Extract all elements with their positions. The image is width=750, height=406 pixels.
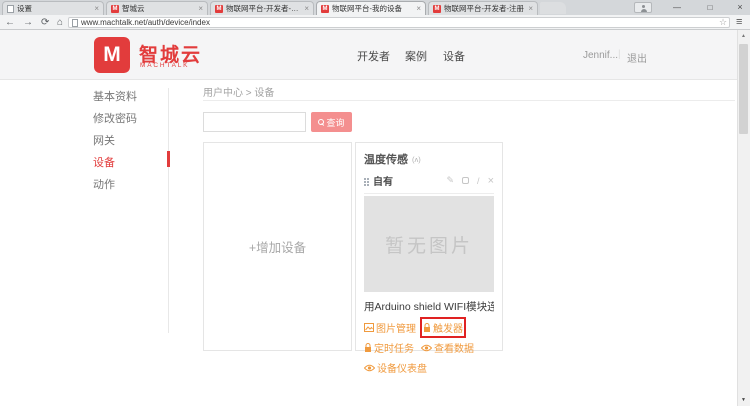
add-device-label: +增加设备 [249, 237, 306, 256]
device-image-placeholder: 暂无图片 [364, 196, 494, 292]
url-text: www.machtalk.net/auth/device/index [81, 18, 210, 27]
close-icon[interactable]: × [94, 5, 99, 13]
pencil-icon[interactable]: ✎ [447, 175, 455, 186]
window-close-button[interactable]: × [731, 0, 749, 14]
window-maximize-button[interactable]: □ [699, 0, 721, 14]
tab-developer-register-1[interactable]: M 物联网平台-开发者-注册 × [210, 1, 314, 15]
scroll-up-icon[interactable]: ▲ [737, 30, 750, 42]
device-links: 图片管理 触发器 定时任务 查看数据 设备仪表盘 [364, 320, 494, 375]
search-button-label: 查询 [326, 116, 344, 129]
device-card: 温度传感 (ʌ) 自有 ✎ / × 暂无图片 用Arduino shield W… [355, 142, 503, 351]
sidebar-item-devices[interactable]: 设备 [93, 154, 115, 170]
device-description: 用Arduino shield WIFI模块连接物... [364, 299, 494, 314]
ownership-label: 自有 [373, 173, 439, 188]
machtalk-logo-icon[interactable]: M [94, 37, 130, 73]
slash-icon[interactable]: / [477, 176, 480, 186]
tab-title: 物联网平台-开发者-注册 [444, 3, 525, 14]
breadcrumb: 用户中心 > 设备 [203, 84, 274, 99]
divider [203, 100, 735, 101]
brand-subtitle: MACHTALK [140, 62, 189, 69]
square-icon[interactable] [462, 177, 469, 184]
bookmark-star-icon[interactable]: ☆ [719, 17, 727, 28]
image-icon [364, 323, 374, 332]
add-device-card[interactable]: +增加设备 [203, 142, 352, 351]
page-icon [7, 5, 14, 13]
active-item-marker [167, 151, 170, 167]
tab-title: 物联网平台-我的设备 [332, 3, 413, 14]
lock-icon [364, 343, 372, 353]
divider: | [618, 49, 621, 60]
profile-button[interactable] [634, 2, 652, 13]
username-text[interactable]: Jennif... [583, 50, 618, 61]
link-image-management[interactable]: 图片管理 [364, 320, 416, 335]
link-device-dashboard[interactable]: 设备仪表盘 [364, 360, 427, 375]
lock-icon [423, 323, 431, 333]
close-icon[interactable]: × [198, 5, 203, 13]
sidebar-divider [168, 88, 169, 333]
link-view-data[interactable]: 查看数据 [421, 340, 474, 355]
device-title: 温度传感 [364, 151, 408, 167]
search-input[interactable] [203, 112, 306, 132]
tab-machtalk-home[interactable]: M 智城云 × [106, 1, 208, 15]
forward-icon[interactable]: → [23, 16, 33, 29]
tab-title: 设置 [17, 3, 91, 14]
scroll-down-icon[interactable]: ▼ [737, 394, 750, 406]
tab-my-devices-active[interactable]: M 物联网平台-我的设备 × [316, 1, 426, 15]
new-tab-button[interactable] [540, 2, 566, 14]
back-icon[interactable]: ← [5, 16, 15, 29]
scrollbar-thumb[interactable] [739, 44, 748, 134]
nav-item-devices[interactable]: 设备 [443, 48, 465, 64]
close-icon[interactable]: × [416, 5, 421, 13]
delete-icon[interactable]: × [488, 175, 494, 187]
machtalk-favicon-icon: M [433, 5, 441, 13]
logout-link[interactable]: 退出 [627, 50, 647, 65]
person-icon [641, 7, 646, 12]
machtalk-favicon-icon: M [111, 5, 119, 13]
link-scheduled-tasks[interactable]: 定时任务 [364, 340, 414, 355]
no-image-label: 暂无图片 [385, 231, 473, 258]
eye-icon [364, 364, 375, 372]
grid-icon [364, 181, 366, 183]
document-icon [72, 19, 78, 27]
sidebar-item-gateway[interactable]: 网关 [93, 132, 115, 148]
nav-item-developer[interactable]: 开发者 [357, 48, 390, 64]
window-minimize-button[interactable]: — [666, 0, 688, 14]
tab-title: 物联网平台-开发者-注册 [226, 3, 301, 14]
tab-title: 智城云 [122, 3, 195, 14]
address-bar[interactable]: www.machtalk.net/auth/device/index [68, 17, 730, 28]
divider [364, 193, 494, 194]
nav-item-cases[interactable]: 案例 [405, 48, 427, 64]
tab-settings[interactable]: 设置 × [2, 1, 104, 15]
reload-icon[interactable]: ⟳ [41, 16, 49, 29]
home-icon[interactable]: ⌂ [57, 16, 63, 29]
sidebar-item-change-password[interactable]: 修改密码 [93, 110, 137, 126]
sidebar-item-actions[interactable]: 动作 [93, 176, 115, 192]
close-icon[interactable]: × [304, 5, 309, 13]
eye-icon [421, 344, 432, 352]
machtalk-favicon-icon: M [321, 5, 329, 13]
search-icon [318, 119, 324, 125]
link-trigger[interactable]: 触发器 [423, 320, 463, 335]
sidebar-item-basic-info[interactable]: 基本资料 [93, 88, 137, 104]
machtalk-favicon-icon: M [215, 5, 223, 13]
browser-menu-icon[interactable]: ≡ [736, 16, 742, 28]
device-status-icon: (ʌ) [412, 155, 421, 164]
search-button[interactable]: 查询 [311, 112, 352, 132]
close-icon[interactable]: × [528, 5, 533, 13]
tab-developer-register-2[interactable]: M 物联网平台-开发者-注册 × [428, 1, 538, 15]
